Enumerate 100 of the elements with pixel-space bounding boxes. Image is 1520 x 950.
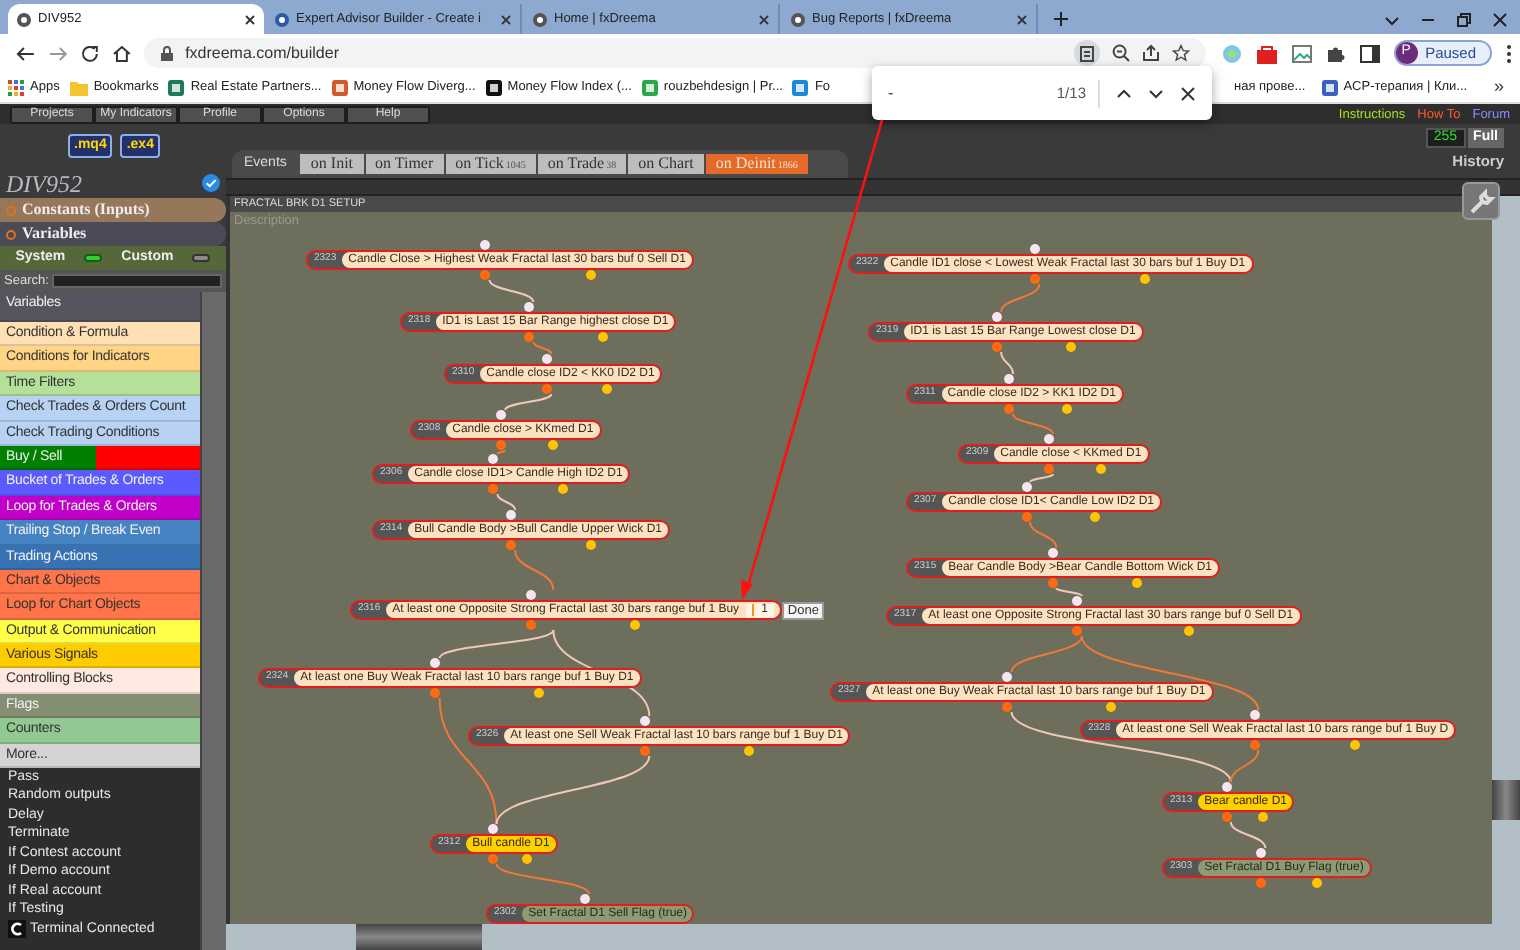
- output-port-icon[interactable]: [542, 384, 553, 394]
- input-port-icon[interactable]: [488, 454, 499, 464]
- output-port-icon[interactable]: [558, 484, 569, 494]
- output-port-icon[interactable]: [601, 384, 612, 394]
- input-port-icon[interactable]: [1002, 672, 1013, 682]
- input-port-icon[interactable]: [1256, 848, 1267, 858]
- input-port-icon[interactable]: [524, 302, 535, 312]
- output-port-icon[interactable]: [1021, 512, 1032, 522]
- input-port-icon[interactable]: [1030, 244, 1041, 254]
- output-port-icon[interactable]: [524, 332, 535, 342]
- input-port-icon[interactable]: [580, 894, 591, 904]
- output-port-icon[interactable]: [1002, 702, 1013, 712]
- output-port-icon[interactable]: [1004, 404, 1015, 414]
- input-port-icon[interactable]: [992, 312, 1003, 322]
- home-icon[interactable]: [111, 43, 132, 63]
- output-port-icon[interactable]: [1095, 464, 1106, 474]
- output-port-icon[interactable]: [488, 484, 499, 494]
- share-icon[interactable]: [1141, 44, 1160, 62]
- output-port-icon[interactable]: [1312, 878, 1323, 888]
- input-port-icon[interactable]: [487, 824, 498, 834]
- more-bookmarks-button[interactable]: »: [1493, 73, 1512, 101]
- close-icon[interactable]: [1492, 11, 1508, 27]
- output-port-icon[interactable]: [743, 746, 754, 756]
- output-port-icon[interactable]: [1256, 878, 1267, 888]
- output-port-icon[interactable]: [1106, 702, 1117, 712]
- toggle-switch[interactable]: [192, 254, 211, 262]
- input-port-icon[interactable]: [1021, 482, 1032, 492]
- event-tab[interactable]: on Chart: [628, 154, 704, 174]
- output-port-icon[interactable]: [1139, 274, 1150, 284]
- output-port-icon[interactable]: [1047, 578, 1058, 588]
- output-port-icon[interactable]: [534, 688, 545, 698]
- sidebar-icon[interactable]: [1359, 43, 1380, 63]
- close-icon[interactable]: [500, 13, 512, 25]
- output-port-icon[interactable]: [480, 270, 491, 280]
- variables-header[interactable]: Variables: [0, 222, 226, 246]
- output-port-icon[interactable]: [640, 746, 651, 756]
- page-button[interactable]: [1073, 40, 1100, 66]
- output-port-icon[interactable]: [586, 540, 597, 550]
- input-port-icon[interactable]: [506, 510, 517, 520]
- event-tab[interactable]: on Timer: [365, 154, 444, 174]
- input-port-icon[interactable]: [1044, 434, 1055, 444]
- input-port-icon[interactable]: [1047, 548, 1058, 558]
- input-port-icon[interactable]: [1072, 596, 1083, 606]
- close-icon[interactable]: [1180, 85, 1196, 101]
- toggle-switch[interactable]: [84, 254, 103, 262]
- image-icon[interactable]: [1291, 43, 1312, 63]
- input-port-icon[interactable]: [1004, 374, 1015, 384]
- constants-header[interactable]: Constants (Inputs): [0, 198, 226, 222]
- close-icon[interactable]: [244, 13, 256, 25]
- output-port-icon[interactable]: [547, 440, 558, 450]
- output-port-icon[interactable]: [1030, 274, 1041, 284]
- input-port-icon[interactable]: [1221, 782, 1232, 792]
- output-port-icon[interactable]: [521, 854, 532, 864]
- output-port-icon[interactable]: [430, 688, 441, 698]
- puzzle-icon[interactable]: [1325, 43, 1346, 63]
- output-port-icon[interactable]: [1044, 464, 1055, 474]
- output-port-icon[interactable]: [992, 342, 1003, 352]
- output-port-icon[interactable]: [585, 270, 596, 280]
- forward-icon[interactable]: [47, 43, 68, 63]
- horizontal-scrollbar[interactable]: [226, 924, 1520, 950]
- reload-icon[interactable]: [79, 43, 100, 63]
- zoom-icon[interactable]: [1111, 44, 1130, 62]
- search-field[interactable]: [52, 274, 222, 288]
- star-icon[interactable]: [1171, 44, 1190, 62]
- output-port-icon[interactable]: [1350, 740, 1361, 750]
- event-tab[interactable]: on Init: [300, 154, 364, 174]
- output-port-icon[interactable]: [525, 620, 536, 630]
- chevron-down-icon[interactable]: [1148, 85, 1164, 101]
- extension-icon[interactable]: [1255, 43, 1278, 63]
- input-port-icon[interactable]: [1249, 710, 1260, 720]
- output-port-icon[interactable]: [1132, 578, 1143, 588]
- output-port-icon[interactable]: [1090, 512, 1101, 522]
- tools-button[interactable]: [1462, 182, 1500, 220]
- output-port-icon[interactable]: [1184, 626, 1195, 636]
- output-port-icon[interactable]: [1066, 342, 1077, 352]
- output-port-icon[interactable]: [1221, 812, 1232, 822]
- scrollbar-thumb[interactable]: [356, 924, 482, 950]
- input-port-icon[interactable]: [640, 716, 651, 726]
- close-icon[interactable]: [1016, 13, 1028, 25]
- output-port-icon[interactable]: [506, 540, 517, 550]
- output-port-icon[interactable]: [1257, 812, 1268, 822]
- input-port-icon[interactable]: [480, 240, 491, 250]
- output-port-icon[interactable]: [1072, 626, 1083, 636]
- input-port-icon[interactable]: [496, 410, 507, 420]
- input-port-icon[interactable]: [430, 658, 441, 668]
- scrollbar-thumb[interactable]: [1492, 780, 1520, 820]
- output-port-icon[interactable]: [487, 854, 498, 864]
- find-field[interactable]: -: [888, 79, 1041, 107]
- more-icon[interactable]: [1506, 43, 1513, 63]
- close-icon[interactable]: [758, 13, 770, 25]
- output-port-icon[interactable]: [1249, 740, 1260, 750]
- sidebar-scrollbar[interactable]: [200, 292, 226, 950]
- output-port-icon[interactable]: [598, 332, 609, 342]
- address-field[interactable]: fxdreema.com/builder: [143, 38, 1206, 68]
- output-port-icon[interactable]: [1062, 404, 1073, 414]
- output-port-icon[interactable]: [496, 440, 507, 450]
- back-icon[interactable]: [16, 43, 36, 63]
- chevron-down-icon[interactable]: [1384, 11, 1400, 27]
- restore-icon[interactable]: [1456, 11, 1472, 27]
- input-port-icon[interactable]: [542, 354, 553, 364]
